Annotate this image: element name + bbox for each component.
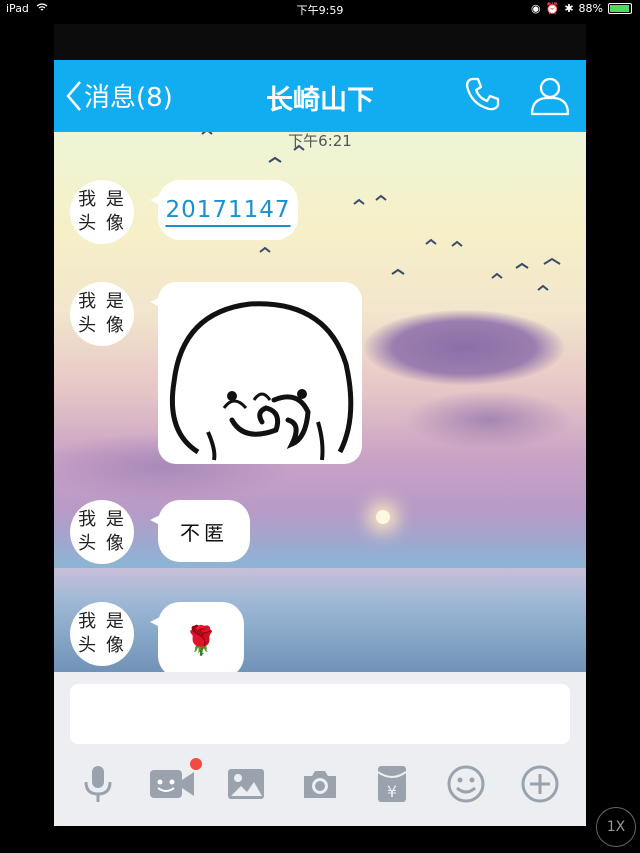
profile-button[interactable] [528, 74, 572, 122]
chat-area[interactable]: 下午6:21 我 是头 像 20171147 我 是头 像 我 是 头 像 不匿… [54, 132, 586, 672]
background-sun [376, 510, 390, 524]
red-packet-button[interactable]: ¥ [372, 764, 412, 804]
message-input[interactable] [70, 684, 570, 744]
input-bar: ¥ [54, 672, 586, 826]
cartoon-face-sticker [169, 301, 354, 461]
camera-button[interactable] [300, 764, 340, 804]
avatar-text-line1: 我 是 [78, 291, 126, 312]
avatar[interactable]: 我 是头 像 [70, 282, 134, 346]
alarm-icon: ⏰ [545, 2, 560, 15]
zoom-button[interactable]: 1X [596, 807, 636, 847]
rotation-lock-icon: ◉ [531, 2, 541, 15]
battery-icon [608, 3, 632, 14]
avatar[interactable]: 我 是头 像 [70, 500, 134, 564]
more-button[interactable] [520, 764, 560, 804]
image-button[interactable] [226, 764, 266, 804]
background-sea [54, 568, 586, 672]
status-right: ◉ ⏰ ✱ 88% [531, 2, 632, 15]
top-bar [54, 24, 586, 60]
battery-percent: 88% [578, 2, 603, 15]
chat-title: 长崎山下 [266, 85, 374, 116]
chat-header: 消息(8) 长崎山下 [54, 60, 586, 132]
camera-icon [304, 771, 336, 798]
avatar-text-line1: 我 是 [78, 189, 126, 210]
rose-emoji: 🌹 [183, 623, 219, 657]
person-icon [530, 77, 570, 116]
microphone-icon [84, 766, 112, 802]
message-text: 不匿 [180, 520, 228, 545]
bluetooth-icon: ✱ [564, 2, 574, 15]
message-bubble[interactable]: 🌹 [150, 602, 244, 672]
phone-call-button[interactable] [462, 74, 502, 118]
notification-badge [190, 758, 202, 770]
video-call-icon [150, 770, 194, 798]
avatar-text-line1: 我 是 [78, 611, 126, 632]
avatar-text-line2: 头 像 [78, 213, 126, 234]
video-call-button[interactable] [148, 758, 202, 804]
message-bubble[interactable]: 20171147 [150, 180, 298, 240]
plus-icon [521, 765, 559, 803]
svg-text:¥: ¥ [387, 782, 397, 801]
avatar[interactable]: 我 是头 像 [70, 602, 134, 666]
avatar-text-line2: 头 像 [78, 315, 126, 336]
voice-button[interactable] [78, 764, 118, 804]
red-packet-icon: ¥ [377, 766, 407, 802]
avatar-text-line2: 头 像 [78, 533, 126, 554]
avatar[interactable]: 我 是头 像 [70, 180, 134, 244]
phone-icon [465, 77, 500, 111]
app-window: 消息(8) 长崎山下 下午6:21 我 是头 像 20171147 我 是 头 … [54, 24, 586, 826]
avatar-text-line1: 我 是 [78, 509, 126, 530]
message-bubble[interactable]: 不匿 [150, 500, 250, 562]
message-timestamp: 下午6:21 [288, 132, 352, 150]
image-icon [228, 769, 264, 799]
message-link[interactable]: 20171147 [165, 197, 290, 223]
status-bar: iPad 下午9:59 ◉ ⏰ ✱ 88% [0, 0, 640, 18]
input-toolbar: ¥ [54, 758, 586, 808]
sticker-bubble[interactable] [150, 282, 362, 464]
emoji-icon [447, 765, 485, 803]
emoji-button[interactable] [446, 764, 486, 804]
avatar-text-line2: 头 像 [78, 635, 126, 656]
background-cloud [404, 390, 574, 450]
